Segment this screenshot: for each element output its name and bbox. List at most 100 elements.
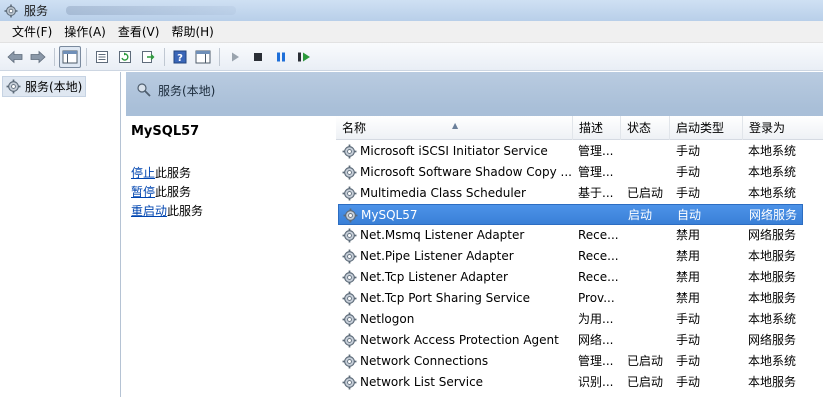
console-tree: 服务(本地): [0, 72, 121, 397]
tree-item-services-local[interactable]: 服务(本地): [2, 76, 87, 97]
service-row[interactable]: Multimedia Class Scheduler 基于... 已启动 手动 本地系统: [336, 183, 823, 204]
refresh-button[interactable]: [114, 46, 136, 68]
properties-button[interactable]: [91, 46, 113, 68]
service-gear-icon: [342, 354, 357, 369]
cell-status: [627, 288, 671, 309]
tree-item-label: 服务(本地): [25, 80, 83, 94]
service-gear-icon: [342, 186, 357, 201]
start-service-button[interactable]: [224, 46, 246, 68]
export-list-button[interactable]: [137, 46, 159, 68]
cell-startup-type: 自动: [677, 208, 702, 222]
svg-text:?: ?: [177, 53, 183, 64]
cell-startup-type: 手动: [676, 186, 701, 200]
cell-log-on-as: 本地系统: [748, 165, 797, 179]
cell-log-on-as: 本地服务: [748, 249, 797, 263]
cell-log-on-as: 本地服务: [748, 291, 797, 305]
service-row[interactable]: Net.Tcp Port Sharing Service Prov... 禁用 本地服…: [336, 288, 823, 309]
column-header-log-on-as[interactable]: 登录为: [743, 116, 823, 140]
cell-name: Net.Pipe Listener Adapter: [360, 249, 514, 263]
service-row[interactable]: MySQL57 启动 自动 网络服务: [338, 204, 803, 225]
column-header-label: 启动类型: [676, 121, 725, 135]
menu-view[interactable]: 查看(V): [112, 23, 166, 40]
column-header-name[interactable]: 名称 ▲: [336, 116, 573, 140]
service-row[interactable]: Net.Msmq Listener Adapter Rece... 禁用 网络服务: [336, 225, 823, 246]
service-gear-icon: [342, 228, 357, 243]
cell-log-on-as: 网络服务: [749, 208, 798, 222]
stop-service-button[interactable]: [247, 46, 269, 68]
toolbar-separator: [86, 47, 87, 66]
cell-startup-type: 手动: [676, 375, 701, 389]
pause-icon: [277, 52, 285, 61]
stop-service-link[interactable]: 停止: [131, 166, 155, 180]
cell-log-on-as: 网络服务: [748, 228, 797, 242]
back-arrow-icon: [7, 50, 23, 63]
service-gear-icon: [343, 208, 358, 223]
cell-name: Netlogon: [360, 312, 415, 326]
cell-startup-type: 手动: [676, 312, 701, 326]
cell-log-on-as: 本地系统: [748, 312, 797, 326]
menu-bar: 文件(F) 操作(A) 查看(V) 帮助(H): [0, 21, 823, 43]
action-suffix: 此服务: [167, 204, 204, 218]
export-icon: [142, 50, 155, 63]
cell-status: 已启动: [627, 186, 664, 200]
cell-description: Prov...: [578, 291, 615, 305]
cell-startup-type: 禁用: [676, 270, 701, 284]
service-row[interactable]: Netlogon 为用... 手动 本地系统: [336, 309, 823, 330]
service-row[interactable]: Microsoft Software Shadow Copy ... 管理... 手…: [336, 162, 823, 183]
column-header-description[interactable]: 描述: [573, 116, 621, 140]
cell-status: 已启动: [627, 375, 664, 389]
service-row[interactable]: Network Connections 管理... 已启动 手动 本地系统: [336, 351, 823, 372]
pause-service-link[interactable]: 暂停: [131, 185, 155, 199]
stop-service-action: 停止此服务: [131, 164, 191, 181]
cell-status: 启动: [628, 208, 653, 222]
cell-log-on-as: 网络服务: [748, 333, 797, 347]
menu-action[interactable]: 操作(A): [58, 23, 112, 40]
cell-name: Network List Service: [360, 375, 484, 389]
back-button[interactable]: [4, 46, 26, 68]
action-pane-icon: [195, 50, 211, 63]
column-header-status[interactable]: 状态: [621, 116, 670, 140]
service-row[interactable]: Network List Service 识别... 已启动 手动 本地服务: [336, 372, 823, 393]
help-button[interactable]: ?: [169, 46, 191, 68]
cell-status: [627, 141, 671, 162]
service-gear-icon: [342, 270, 357, 285]
cell-startup-type: 手动: [676, 144, 701, 158]
cell-startup-type: 禁用: [676, 249, 701, 263]
toolbar-separator: [219, 47, 220, 66]
header-band-spacer: [126, 108, 823, 116]
column-header-startup-type[interactable]: 启动类型: [670, 116, 743, 140]
show-hide-console-tree-button[interactable]: [59, 45, 81, 68]
cell-log-on-as: 本地系统: [748, 354, 797, 368]
details-header-title: 服务(本地): [158, 83, 216, 98]
selected-service-name: MySQL57: [131, 124, 200, 139]
restart-service-link[interactable]: 重启动: [131, 204, 167, 218]
cell-name: Network Connections: [360, 354, 489, 368]
services-search-icon: [137, 83, 151, 97]
cell-startup-type: 手动: [676, 165, 701, 179]
menu-help[interactable]: 帮助(H): [165, 23, 219, 40]
cell-description: 网络...: [578, 333, 614, 347]
column-header-label: 描述: [579, 121, 604, 135]
service-row[interactable]: Network Access Protection Agent 网络... 手动 网络…: [336, 330, 823, 351]
show-hide-action-pane-button[interactable]: [192, 46, 214, 68]
cell-description: 管理...: [578, 144, 614, 158]
service-row[interactable]: Net.Pipe Listener Adapter Rece... 禁用 本地服务: [336, 246, 823, 267]
column-header-label: 登录为: [749, 121, 786, 135]
toolbar-separator: [164, 47, 165, 66]
window-title: 服务: [24, 4, 49, 18]
service-row[interactable]: Net.Tcp Listener Adapter Rece... 禁用 本地服务: [336, 267, 823, 288]
cell-description: 管理...: [578, 165, 614, 179]
stop-icon: [254, 52, 262, 61]
title-bar: 服务: [0, 0, 823, 21]
cell-name: Net.Tcp Listener Adapter: [360, 270, 508, 284]
cell-description: 为用...: [578, 312, 614, 326]
action-suffix: 此服务: [155, 166, 192, 180]
cell-status: [627, 225, 671, 246]
menu-file[interactable]: 文件(F): [6, 23, 58, 40]
service-row[interactable]: Microsoft iSCSI Initiator Service 管理... 手动…: [336, 141, 823, 162]
restart-service-button[interactable]: [293, 46, 315, 68]
properties-icon: [96, 50, 108, 63]
pause-service-button[interactable]: [270, 46, 292, 68]
forward-button[interactable]: [27, 46, 49, 68]
cell-status: [627, 309, 671, 330]
